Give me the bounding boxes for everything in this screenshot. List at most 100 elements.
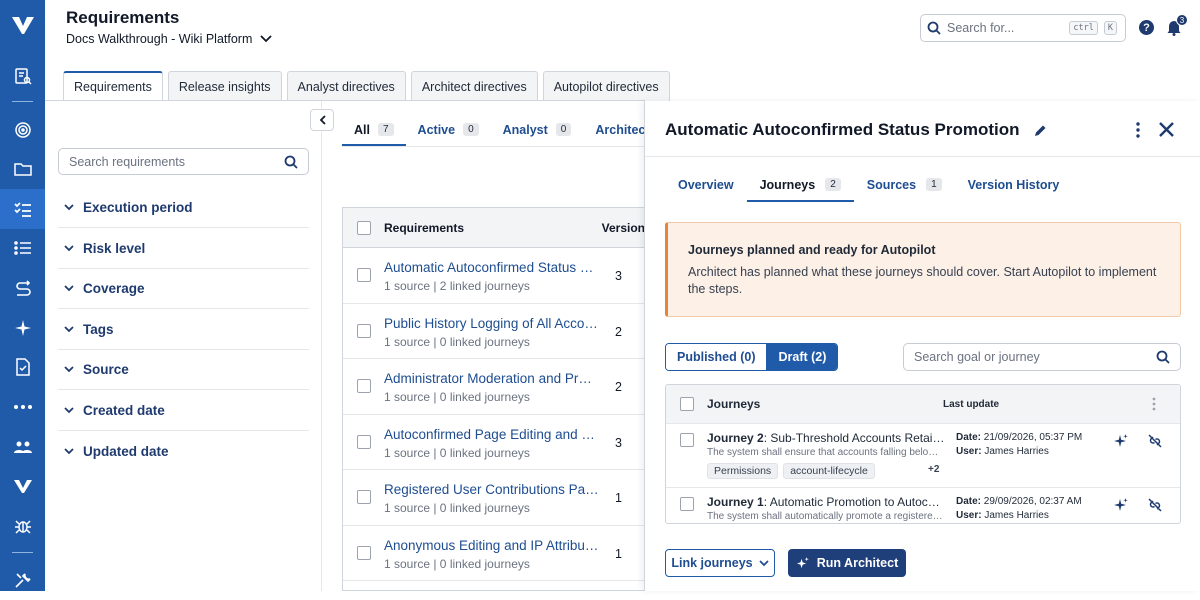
collapse-panel-button[interactable] bbox=[310, 109, 334, 131]
unlink-icon[interactable] bbox=[1148, 434, 1162, 448]
journey-search-input[interactable]: Search goal or journey bbox=[903, 343, 1181, 371]
requirement-meta: 1 source | 0 linked journeys bbox=[384, 556, 530, 571]
published-segment[interactable]: Published (0) bbox=[666, 344, 768, 370]
journeys-table: Journeys Last update Journey 2: Sub-Thre… bbox=[665, 384, 1181, 524]
table-row[interactable]: Administrator Moderation and Protection … bbox=[343, 359, 645, 415]
date-label: Date: bbox=[956, 496, 982, 507]
row-checkbox[interactable] bbox=[357, 434, 371, 449]
chevron-down-icon bbox=[64, 447, 74, 454]
help-icon[interactable]: ? bbox=[1139, 20, 1154, 35]
search-icon bbox=[284, 155, 298, 169]
drawer-tab-overview[interactable]: Overview bbox=[665, 175, 747, 202]
users-nav-icon[interactable] bbox=[0, 427, 45, 467]
row-checkbox[interactable] bbox=[357, 490, 371, 504]
filter-tags[interactable]: Tags bbox=[58, 310, 309, 350]
draft-segment[interactable]: Draft (2) bbox=[767, 344, 838, 370]
chevron-down-icon bbox=[64, 407, 74, 414]
tab-autopilot-directives[interactable]: Autopilot directives bbox=[542, 71, 670, 101]
project-selector[interactable]: Docs Walkthrough - Wiki Platform bbox=[66, 32, 273, 46]
journey-title[interactable]: Journey 2: Sub-Threshold Accounts Retain… bbox=[707, 431, 945, 445]
select-all-checkbox[interactable] bbox=[357, 220, 371, 235]
pencil-icon[interactable] bbox=[1034, 124, 1047, 137]
filter-coverage[interactable]: Coverage bbox=[58, 269, 309, 309]
requirement-title-link[interactable]: Anonymous Editing and IP Attribution bbox=[384, 538, 599, 553]
requirement-title-link[interactable]: Autoconfirmed Page Editing and Moving bbox=[384, 427, 599, 442]
status-tab-architect[interactable]: Architect bbox=[583, 117, 645, 146]
app-logo-icon[interactable] bbox=[0, 5, 45, 45]
requirement-meta: 1 source | 0 linked journeys bbox=[384, 445, 530, 460]
requirement-meta: 1 source | 2 linked journeys bbox=[384, 279, 530, 293]
link-journeys-button[interactable]: Link journeys bbox=[665, 549, 775, 577]
tools-nav-icon[interactable] bbox=[0, 560, 45, 600]
filter-updated-date[interactable]: Updated date bbox=[58, 431, 309, 471]
drawer-tab-journeys[interactable]: Journeys 2 bbox=[746, 175, 854, 202]
table-row[interactable]: Public History Logging of All Account Ac… bbox=[343, 304, 645, 359]
tab-architect-directives[interactable]: Architect directives bbox=[410, 71, 538, 101]
filter-execution-period[interactable]: Execution period bbox=[58, 188, 309, 228]
requirement-version: 3 bbox=[615, 269, 622, 283]
table-row[interactable]: Autoconfirmed Page Editing and Moving 1 … bbox=[343, 415, 645, 470]
journey-row[interactable]: Journey 1: Automatic Promotion to Autoco… bbox=[666, 488, 1180, 523]
filter-risk-level[interactable]: Risk level bbox=[58, 229, 309, 269]
requirement-title-link[interactable]: Administrator Moderation and Protection bbox=[384, 371, 599, 386]
row-checkbox[interactable] bbox=[357, 268, 371, 282]
status-tab-analyst[interactable]: Analyst 0 bbox=[491, 117, 584, 146]
autopilot-sparkle-icon[interactable] bbox=[1114, 498, 1128, 512]
filter-source[interactable]: Source bbox=[58, 350, 309, 390]
requirement-title-link[interactable]: Automatic Autoconfirmed Status Promotion bbox=[384, 260, 599, 275]
column-last-update: Last update bbox=[943, 398, 1000, 410]
bug-nav-icon[interactable] bbox=[0, 506, 45, 546]
status-tab-all[interactable]: All 7 bbox=[342, 117, 406, 146]
folder-nav-icon[interactable] bbox=[0, 149, 45, 189]
row-checkbox[interactable] bbox=[680, 497, 694, 511]
journey-row[interactable]: Journey 2: Sub-Threshold Accounts Retain… bbox=[666, 424, 1180, 488]
more-nav-icon[interactable] bbox=[0, 387, 45, 427]
requirement-title-link[interactable]: Public History Logging of All Account Ac… bbox=[384, 316, 599, 331]
column-menu-icon[interactable] bbox=[1152, 397, 1156, 411]
chevron-down-icon bbox=[64, 285, 74, 292]
journey-label: Journey 2 bbox=[707, 431, 764, 445]
brand-nav-icon[interactable] bbox=[0, 466, 45, 506]
select-all-journeys-checkbox[interactable] bbox=[680, 397, 694, 411]
flow-nav-icon[interactable] bbox=[0, 268, 45, 308]
table-row[interactable]: Automatic Autoconfirmed Status Promotion… bbox=[343, 248, 645, 304]
table-row[interactable]: Registered User Contributions Page 1 sou… bbox=[343, 470, 645, 526]
target-nav-icon[interactable] bbox=[0, 110, 45, 150]
date-label: Date: bbox=[956, 432, 982, 443]
requirements-nav-icon[interactable] bbox=[0, 56, 45, 96]
journey-name: : Automatic Promotion to Autoconfirmed S… bbox=[763, 495, 945, 509]
drawer-tab-version-history[interactable]: Version History bbox=[955, 175, 1073, 202]
row-checkbox[interactable] bbox=[357, 545, 371, 560]
drawer-tab-sources[interactable]: Sources 1 bbox=[854, 175, 955, 202]
kebab-menu-icon[interactable] bbox=[1136, 122, 1140, 143]
filter-label: Updated date bbox=[83, 443, 169, 459]
row-checkbox[interactable] bbox=[357, 379, 371, 393]
status-tab-active[interactable]: Active 0 bbox=[406, 117, 491, 146]
status-tab-label: All bbox=[354, 123, 370, 137]
notifications-bell-icon[interactable]: 3 bbox=[1166, 14, 1188, 41]
row-checkbox[interactable] bbox=[357, 323, 371, 338]
requirements-search-input[interactable]: Search requirements bbox=[58, 148, 309, 175]
checklist-nav-icon[interactable] bbox=[0, 189, 45, 229]
tab-release-insights[interactable]: Release insights bbox=[167, 71, 282, 101]
row-checkbox[interactable] bbox=[680, 433, 694, 447]
chevron-down-icon bbox=[64, 326, 74, 333]
journey-title[interactable]: Journey 1: Automatic Promotion to Autoco… bbox=[707, 495, 945, 509]
sparkle-nav-icon[interactable] bbox=[0, 308, 45, 348]
document-nav-icon[interactable] bbox=[0, 347, 45, 387]
requirement-title-link[interactable]: Registered User Contributions Page bbox=[384, 482, 599, 497]
list-nav-icon[interactable] bbox=[0, 228, 45, 268]
tab-analyst-directives[interactable]: Analyst directives bbox=[286, 71, 406, 101]
more-tags-count[interactable]: +2 bbox=[928, 464, 939, 475]
run-architect-button[interactable]: Run Architect bbox=[788, 549, 906, 577]
table-row[interactable]: Anonymous Editing and IP Attribution 1 s… bbox=[343, 526, 645, 581]
global-search-input[interactable]: Search for... ctrl K bbox=[920, 14, 1126, 42]
filter-created-date[interactable]: Created date bbox=[58, 391, 309, 431]
count-badge: 0 bbox=[555, 123, 572, 136]
autopilot-sparkle-icon[interactable] bbox=[1114, 434, 1128, 448]
count-badge: 2 bbox=[825, 178, 841, 191]
unlink-icon[interactable] bbox=[1148, 498, 1162, 512]
tab-requirements[interactable]: Requirements bbox=[63, 71, 163, 101]
requirement-version: 1 bbox=[615, 546, 622, 561]
close-icon[interactable] bbox=[1158, 121, 1175, 143]
